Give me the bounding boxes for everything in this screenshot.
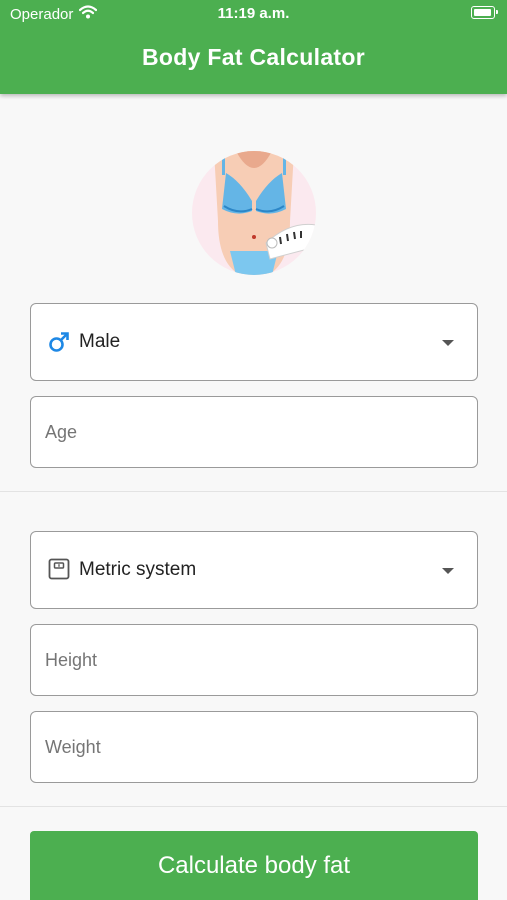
- chevron-down-icon: [442, 340, 454, 346]
- calculate-body-fat-button[interactable]: Calculate body fat: [30, 831, 478, 900]
- section-divider: [0, 806, 507, 807]
- units-select[interactable]: Metric system: [30, 531, 478, 609]
- height-input[interactable]: [31, 625, 477, 695]
- battery-icon: [471, 6, 498, 19]
- app-bar: Operador 11:19 a.m. Body Fat Calculator: [0, 0, 507, 94]
- scale-icon: [48, 558, 70, 585]
- age-field[interactable]: [30, 396, 478, 468]
- status-bar: Operador 11:19 a.m.: [0, 0, 507, 28]
- body-measure-illustration: [192, 151, 316, 275]
- section-divider: [0, 491, 507, 492]
- page-title: Body Fat Calculator: [142, 44, 365, 70]
- gender-select[interactable]: Male: [30, 303, 478, 381]
- weight-input[interactable]: [31, 712, 477, 782]
- chevron-down-icon: [442, 568, 454, 574]
- age-input[interactable]: [31, 397, 477, 467]
- male-symbol-icon: [48, 331, 70, 358]
- status-time: 11:19 a.m.: [217, 5, 290, 22]
- app-screen: Operador 11:19 a.m. Body Fat Calculator: [0, 0, 507, 900]
- units-value: Metric system: [79, 559, 197, 580]
- weight-field[interactable]: [30, 711, 478, 783]
- height-field[interactable]: [30, 624, 478, 696]
- gender-value: Male: [79, 331, 121, 352]
